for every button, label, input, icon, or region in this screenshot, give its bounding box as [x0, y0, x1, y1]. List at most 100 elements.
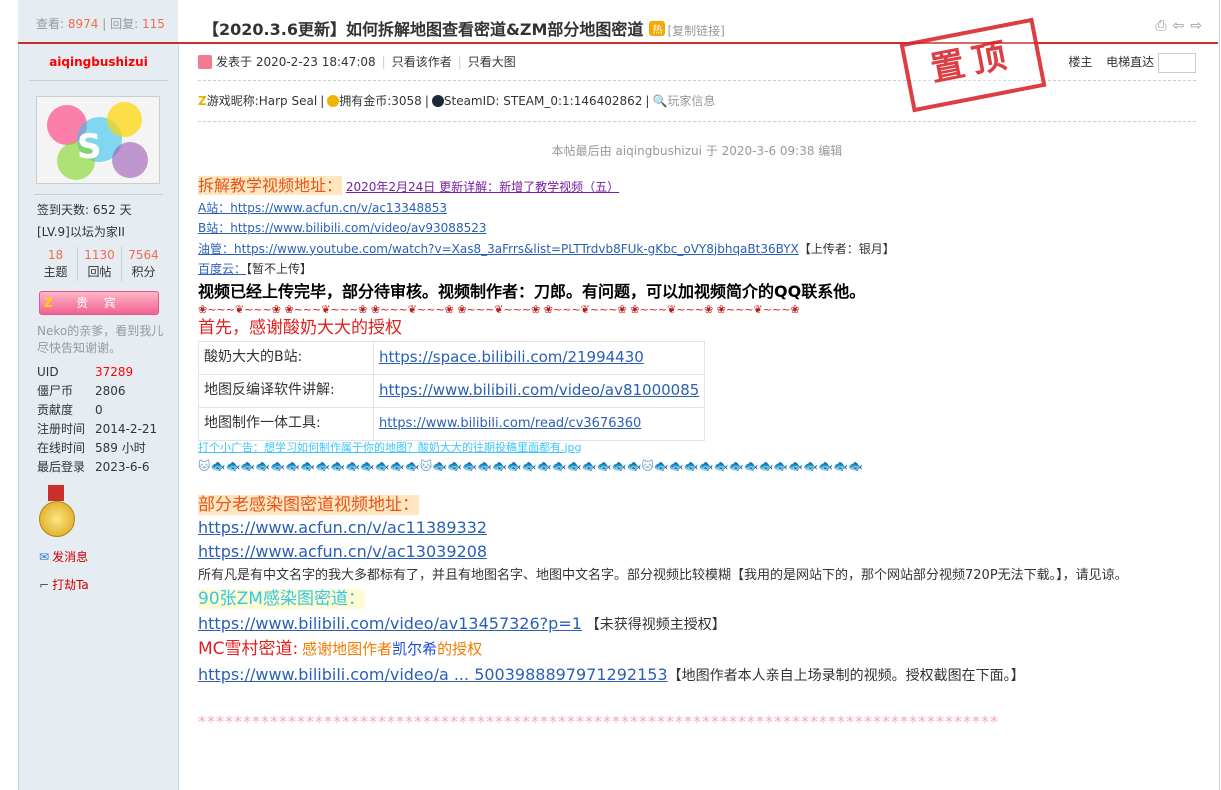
info-row: 在线时间 589 小时 — [37, 439, 178, 458]
stats-arrow-icon — [178, 14, 186, 30]
count-label: 积分 — [131, 265, 156, 279]
info-value: 589 小时 — [95, 441, 146, 455]
info-value: 0 — [95, 403, 103, 417]
send-message-button[interactable]: ✉ 发消息 — [19, 543, 178, 571]
avatar-logo: S — [77, 127, 102, 167]
link-label: 油管： — [198, 241, 235, 256]
zm-heading-line: 90张ZM感染图密道： — [198, 589, 1196, 611]
zm-heading: 90张ZM感染图密道： — [198, 589, 365, 609]
divider — [34, 194, 163, 195]
floor-jump-input[interactable] — [1158, 52, 1196, 73]
coin-icon — [327, 95, 340, 107]
table-link[interactable]: https://www.bilibili.com/read/cv3676360 — [379, 416, 641, 431]
post-body: 拆解教学视频地址： 2020年2月24日 更新详解：新增了教学视频（五） A站：… — [198, 176, 1196, 732]
only-author-link[interactable]: 只看该作者 — [392, 55, 452, 69]
only-image-link[interactable]: 只看大图 — [468, 55, 516, 69]
thread-stats: 查看: 8974 | 回复: 115 — [18, 0, 186, 42]
count-threads[interactable]: 18 主题 — [34, 247, 78, 281]
game-nickname: 游戏昵称:Harp Seal — [206, 94, 318, 108]
count-label: 回帖 — [87, 265, 112, 279]
rob-button[interactable]: ⌐ 打劫Ta — [19, 571, 178, 599]
medal-disc — [39, 501, 75, 537]
info-value: 2014-2-21 — [95, 422, 158, 436]
rob-label: 打劫Ta — [52, 578, 89, 592]
video-update-link[interactable]: 2020年2月24日 更新详解：新增了教学视频（五） — [346, 180, 619, 194]
table-value: https://www.bilibili.com/read/cv3676360 — [372, 406, 706, 441]
post-date: 发表于 2020-2-23 18:47:08 — [216, 55, 376, 69]
ad-line[interactable]: 打个小广告：想学习如何制作属于你的地图？酸奶大大的往期投稿里面都有.jpg — [198, 441, 1196, 455]
count-points[interactable]: 7564 积分 — [122, 247, 165, 281]
author-name-link[interactable]: aiqingbushizui — [49, 55, 148, 69]
info-value[interactable]: 37289 — [95, 363, 133, 382]
info-value: 2806 — [95, 384, 126, 398]
count-number: 1130 — [84, 248, 115, 262]
edit-notice: 本帖最后由 aiqingbushizui 于 2020-3-6 09:38 编辑 — [551, 144, 843, 158]
next-thread-icon[interactable]: ⇨ — [1190, 18, 1208, 34]
count-replies[interactable]: 1130 回帖 — [78, 247, 122, 281]
zm-url-line: https://www.bilibili.com/video/av1345732… — [198, 614, 1196, 636]
player-info-bar: Z游戏昵称:Harp Seal | 拥有金币:3058 | SteamID: STEAM… — [198, 81, 1196, 122]
zm-link[interactable]: https://www.bilibili.com/video/av1345732… — [198, 614, 582, 633]
count-number: 7564 — [128, 248, 159, 262]
table-link[interactable]: https://www.bilibili.com/video/av8100008… — [379, 381, 699, 399]
stats-separator: | — [102, 17, 107, 31]
avatar[interactable]: S — [36, 96, 160, 184]
info-key: UID — [37, 365, 59, 379]
old-url-line: https://www.acfun.cn/v/ac11389332 — [198, 518, 1196, 540]
copy-link-button[interactable]: [复制链接] — [667, 24, 724, 38]
rose-divider: ❀~~~❦~~~❀ ❀~~~❦~~~❀ ❀~~~❦~~~❀ ❀~~~❦~~~❀ … — [198, 303, 800, 316]
mc-author: 凯尔希 — [392, 640, 438, 658]
count-label: 主题 — [43, 265, 68, 279]
video-heading-line: 拆解教学视频地址： 2020年2月24日 更新详解：新增了教学视频（五） — [198, 176, 1196, 198]
thread-header: 查看: 8974 | 回复: 115 【2020.3.6更新】如何拆解地图查看密… — [18, 0, 1218, 44]
online-status-icon — [198, 55, 212, 69]
prev-thread-icon[interactable]: ⇦ — [1173, 18, 1191, 34]
thread-title: 【2020.3.6更新】如何拆解地图查看密道&ZM部分地图密道热 [复制链接] — [203, 16, 725, 40]
info-key: 注册时间 — [37, 422, 86, 436]
bilibili-link[interactable]: B站：https://www.bilibili.com/video/av9308… — [198, 221, 486, 235]
fish-divider: 🐱🐟🐟🐟🐟🐟🐟🐟🐟🐟🐟🐟🐟🐟🐟🐱🐟🐟🐟🐟🐟🐟🐟🐟🐟🐟🐟🐟🐟🐟🐱🐟🐟🐟🐟🐟🐟🐟🐟🐟… — [198, 458, 864, 473]
info-row: UID 37289 — [37, 363, 178, 382]
youtube-link[interactable]: 油管：https://www.youtube.com/watch?v=Xas8_… — [198, 242, 799, 256]
pipe-divider: | — [424, 94, 429, 108]
jump-label: 电梯直达 — [1106, 55, 1155, 69]
link-label: B站： — [198, 221, 231, 235]
medal-icon[interactable] — [39, 485, 75, 537]
pipe-divider: | — [320, 94, 325, 108]
steam-icon — [431, 95, 444, 107]
player-info-link[interactable]: 玩家信息 — [667, 94, 715, 108]
author-name[interactable]: aiqingbushizui — [29, 44, 168, 81]
info-row: 最后登录 2023-6-6 — [37, 458, 178, 477]
mc-link[interactable]: https://www.bilibili.com/video/a ... 500… — [198, 665, 668, 684]
table-row: 地图反编译软件讲解: https://www.bilibili.com/video… — [198, 373, 706, 408]
star-divider: ****************************************… — [198, 712, 999, 731]
old-map-link-1[interactable]: https://www.acfun.cn/v/ac11389332 — [198, 518, 487, 537]
table-row: 地图制作一体工具: https://www.bilibili.com/read/c… — [198, 406, 706, 441]
search-icon: 🔍 — [652, 94, 668, 108]
info-key: 在线时间 — [37, 441, 86, 455]
mc-heading: MC雪村密道: — [198, 639, 299, 659]
post-meta: 发表于 2020-2-23 18:47:08 | 只看该作者 | 只看大图 置顶 楼主 … — [198, 17, 1196, 113]
old-map-heading: 部分老感染图密道视频地址： — [198, 494, 419, 515]
acfun-link[interactable]: A站：https://www.acfun.cn/v/ac13348853 — [198, 201, 447, 215]
user-level[interactable]: [LV.9]以坛为家II — [19, 221, 178, 243]
bold-notice: 视频已经上传完毕，部分待审核。视频制作者：刀郎。有问题，可以加视频简介的QQ联系… — [198, 281, 866, 301]
avatar-splash — [112, 142, 148, 178]
info-key: 贡献度 — [37, 403, 74, 417]
avatar-splash — [107, 102, 142, 137]
signin-days: 签到天数: 652 天 — [37, 203, 132, 217]
youtube-uploader: 【上传者：银月】 — [798, 241, 895, 256]
old-map-link-2[interactable]: https://www.acfun.cn/v/ac13039208 — [198, 542, 487, 561]
mc-heading-line: MC雪村密道: 感谢地图作者凯尔希的授权 — [198, 639, 1196, 661]
zm-note: 【未获得视频主授权】 — [585, 616, 726, 633]
nickname-icon: Z — [198, 94, 207, 108]
table-key: 酸奶大大的B站: — [198, 340, 374, 375]
print-icon[interactable]: ⎙ — [1155, 18, 1172, 34]
info-key: 僵尸币 — [37, 384, 74, 398]
vip-group-badge: Z贵 宾 — [39, 291, 159, 315]
bilibili-line: B站：https://www.bilibili.com/video/av9308… — [198, 218, 1196, 239]
link-url: https://www.acfun.cn/v/ac13348853 — [230, 200, 448, 215]
baidu-link[interactable]: 百度云： — [198, 262, 246, 276]
table-link[interactable]: https://space.bilibili.com/21994430 — [379, 348, 644, 366]
pipe-divider: | — [645, 94, 650, 108]
